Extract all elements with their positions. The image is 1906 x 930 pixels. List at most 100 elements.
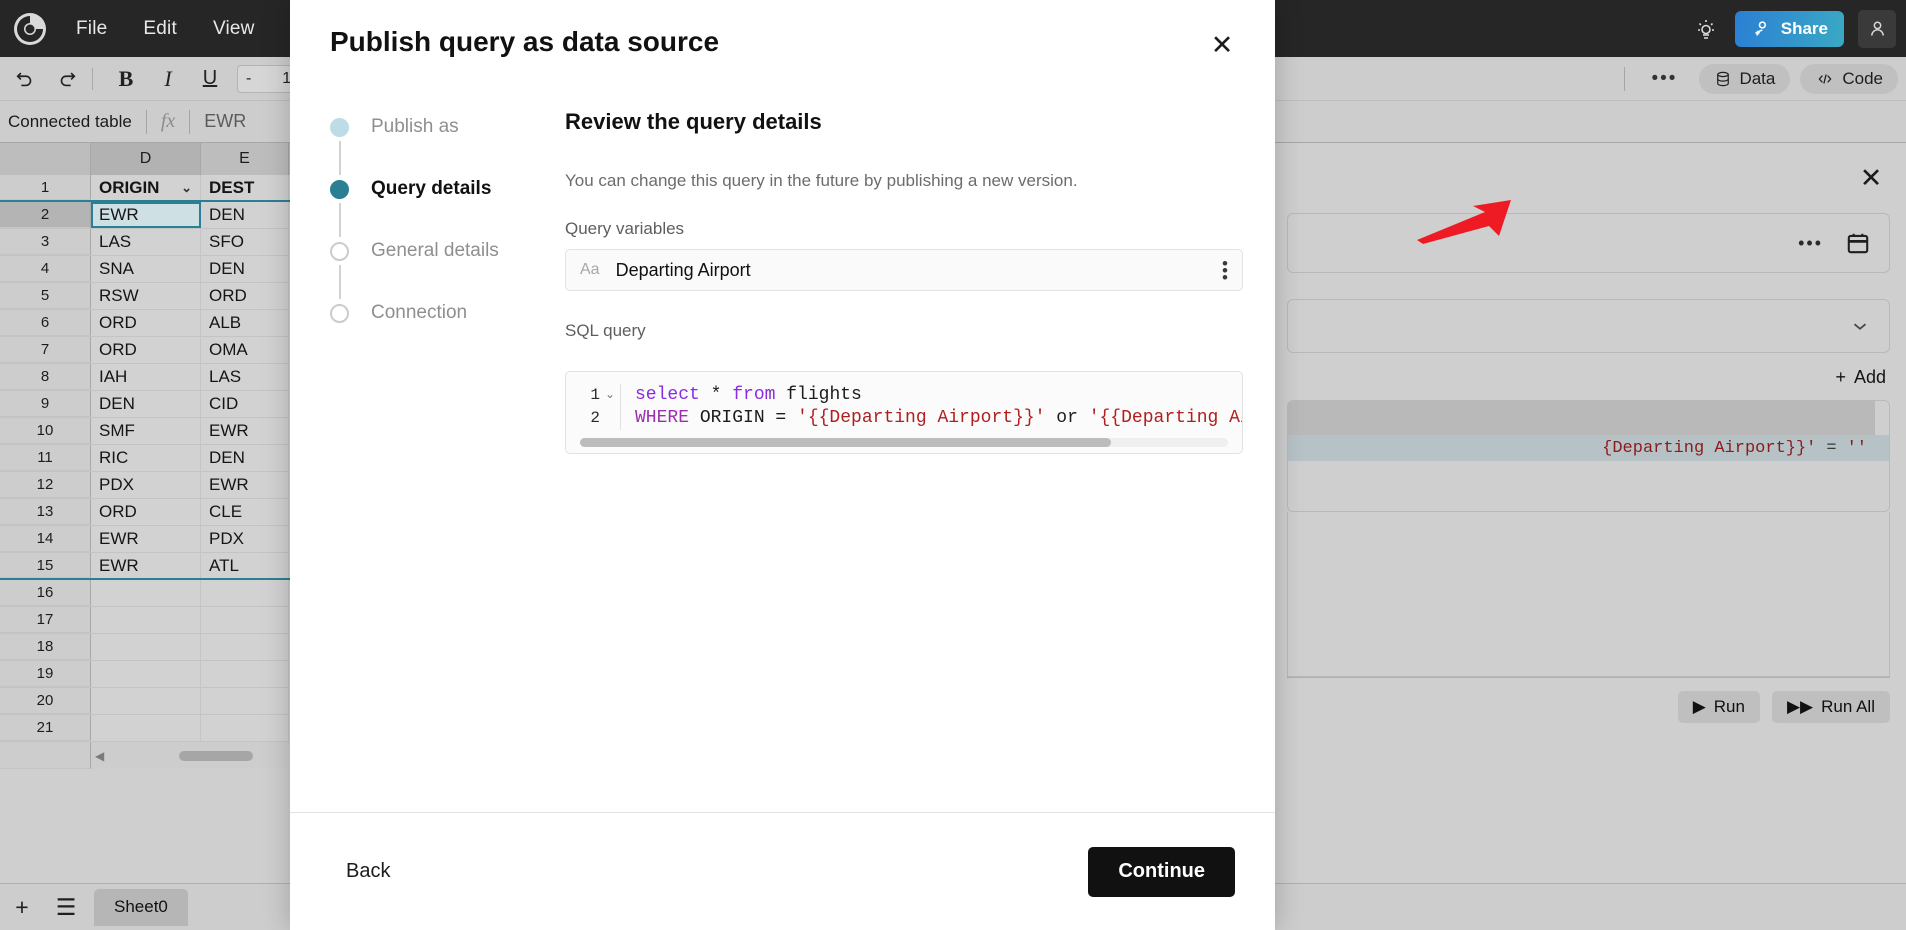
grid-cell[interactable]: ORD <box>91 499 201 525</box>
formula-input[interactable]: EWR <box>204 111 246 132</box>
share-button[interactable]: Share <box>1735 11 1844 47</box>
panel-card-more-icon[interactable]: ••• <box>1798 233 1823 254</box>
grid-cell[interactable]: DEST <box>201 175 289 200</box>
grid-cell[interactable]: ORD <box>91 310 201 336</box>
chevron-down-icon[interactable]: ⌄ <box>600 384 620 407</box>
grid-cell[interactable]: ORD <box>91 337 201 363</box>
modal-close-icon[interactable]: ✕ <box>1205 28 1239 62</box>
grid-cell[interactable]: PDX <box>91 472 201 498</box>
sql-scrollbar-thumb[interactable] <box>580 438 1111 447</box>
sheet-list-icon[interactable]: ☰ <box>44 884 88 930</box>
row-header[interactable]: 11 <box>0 445 91 471</box>
grid-cell[interactable]: EWR <box>201 418 289 444</box>
menu-item-file[interactable]: File <box>76 18 107 40</box>
redo-icon[interactable] <box>50 63 84 95</box>
row-header[interactable]: 12 <box>0 472 91 498</box>
grid-cell[interactable] <box>91 607 201 633</box>
row-header[interactable]: 4 <box>0 256 91 282</box>
grid-cell[interactable] <box>201 580 289 606</box>
grid-cell[interactable]: ORIGIN⌄ <box>91 175 201 200</box>
row-header[interactable]: 9 <box>0 391 91 417</box>
font-size-decrease[interactable]: - <box>246 70 251 88</box>
panel-close-icon[interactable]: ✕ <box>1856 163 1886 193</box>
data-mode-tab[interactable]: Data <box>1699 64 1790 94</box>
panel-select[interactable] <box>1287 299 1890 353</box>
undo-icon[interactable] <box>8 63 42 95</box>
grid-cell[interactable]: SFO <box>201 229 289 255</box>
underline-button[interactable]: U <box>193 63 227 95</box>
sql-code-editor[interactable]: 1⌄select * from flights2WHERE ORIGIN = '… <box>565 371 1243 454</box>
grid-cell[interactable] <box>201 661 289 687</box>
row-header[interactable]: 6 <box>0 310 91 336</box>
sheet-tab-sheet0[interactable]: Sheet0 <box>94 889 188 926</box>
code-mode-tab[interactable]: Code <box>1800 64 1898 94</box>
scroll-left-arrow-icon[interactable]: ◀ <box>95 749 104 763</box>
grid-cell[interactable] <box>201 607 289 633</box>
grid-cell[interactable]: LAS <box>91 229 201 255</box>
vertical-kebab-icon[interactable]: ••• <box>1222 260 1228 281</box>
row-header[interactable]: 7 <box>0 337 91 363</box>
grid-cell[interactable]: EWR <box>91 202 201 228</box>
grid-cell[interactable] <box>91 580 201 606</box>
row-header[interactable]: 5 <box>0 283 91 309</box>
scrollbar-thumb[interactable] <box>179 751 253 761</box>
grid-cell[interactable]: CLE <box>201 499 289 525</box>
grid-cell[interactable]: PDX <box>201 526 289 552</box>
stepper-item-general-details[interactable]: General details <box>330 237 565 299</box>
grid-cell[interactable] <box>201 715 289 741</box>
row-header[interactable]: 2 <box>0 202 91 228</box>
panel-code-block[interactable]: {Departing Airport}}' = '' <box>1287 400 1890 512</box>
row-header[interactable]: 18 <box>0 634 91 660</box>
grid-corner[interactable] <box>0 143 91 175</box>
column-header-e[interactable]: E <box>201 143 289 175</box>
menu-item-view[interactable]: View <box>213 18 255 40</box>
grid-cell[interactable]: DEN <box>91 391 201 417</box>
sql-horizontal-scrollbar[interactable] <box>580 438 1228 447</box>
grid-cell[interactable] <box>91 634 201 660</box>
row-header[interactable]: 3 <box>0 229 91 255</box>
row-header[interactable]: 1 <box>0 175 91 200</box>
grid-cell[interactable] <box>91 661 201 687</box>
row-header[interactable]: 13 <box>0 499 91 525</box>
name-box[interactable]: Connected table <box>0 112 132 132</box>
row-header[interactable]: 16 <box>0 580 91 606</box>
grid-cell[interactable]: ATL <box>201 553 289 578</box>
menu-item-edit[interactable]: Edit <box>143 18 177 40</box>
stepper-item-query-details[interactable]: Query details <box>330 175 565 237</box>
grid-cell[interactable] <box>91 715 201 741</box>
continue-button[interactable]: Continue <box>1088 847 1235 897</box>
calendar-icon[interactable] <box>1845 230 1871 256</box>
stepper-item-connection[interactable]: Connection <box>330 299 565 361</box>
grid-cell[interactable]: DEN <box>201 445 289 471</box>
grid-cell[interactable]: SNA <box>91 256 201 282</box>
lightbulb-icon[interactable] <box>1691 14 1721 44</box>
grid-cell[interactable]: DEN <box>201 256 289 282</box>
row-header[interactable]: 17 <box>0 607 91 633</box>
row-header[interactable]: 15 <box>0 553 91 578</box>
grid-cell[interactable]: EWR <box>201 472 289 498</box>
grid-cell[interactable] <box>201 634 289 660</box>
grid-cell[interactable]: ALB <box>201 310 289 336</box>
panel-card[interactable]: ••• <box>1287 213 1890 273</box>
chevron-down-icon[interactable]: ⌄ <box>181 180 192 196</box>
run-button[interactable]: ▶ Run <box>1678 691 1760 723</box>
stepper-item-publish-as[interactable]: Publish as <box>330 113 565 175</box>
grid-cell[interactable]: RSW <box>91 283 201 309</box>
query-variable-row[interactable]: Aa Departing Airport ••• <box>565 249 1243 291</box>
add-button[interactable]: + Add <box>1835 367 1886 388</box>
column-header-d[interactable]: D <box>91 143 201 175</box>
italic-button[interactable]: I <box>151 63 185 95</box>
grid-cell[interactable]: SMF <box>91 418 201 444</box>
row-header[interactable]: 10 <box>0 418 91 444</box>
bold-button[interactable]: B <box>109 63 143 95</box>
grid-cell[interactable]: EWR <box>91 553 201 578</box>
row-header[interactable]: 20 <box>0 688 91 714</box>
grid-cell[interactable]: ORD <box>201 283 289 309</box>
grid-cell[interactable]: DEN <box>201 202 289 228</box>
grid-cell[interactable]: CID <box>201 391 289 417</box>
row-header[interactable]: 14 <box>0 526 91 552</box>
add-sheet-icon[interactable]: + <box>0 884 44 930</box>
toolbar-more-icon[interactable]: ••• <box>1639 68 1689 90</box>
grid-cell[interactable]: OMA <box>201 337 289 363</box>
grid-cell[interactable]: LAS <box>201 364 289 390</box>
